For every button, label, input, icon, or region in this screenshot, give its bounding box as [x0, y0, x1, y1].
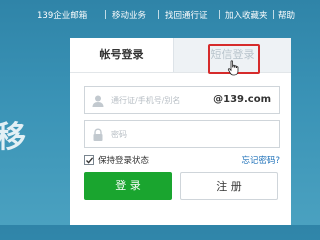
background-slogan-glyph: 移	[0, 120, 26, 155]
hand-pointer-icon	[227, 60, 241, 76]
nav-separator	[158, 10, 159, 19]
user-icon	[91, 93, 105, 107]
forgot-password-link[interactable]: 忘记密码?	[241, 154, 280, 166]
login-panel: 帐号登录 短信登录 通行证/手机号/别名 @139.com 密码 保持登录状态 …	[70, 38, 291, 225]
register-button[interactable]: 注 册	[180, 172, 278, 200]
email-domain-suffix: @139.com	[213, 94, 271, 105]
nav-link-mobile-business[interactable]: 移动业务	[112, 9, 146, 21]
nav-link-help[interactable]: 帮助	[278, 9, 295, 21]
nav-link-add-favorite[interactable]: 加入收藏夹	[225, 9, 268, 21]
username-field[interactable]: 通行证/手机号/别名 @139.com	[84, 86, 280, 114]
nav-separator	[273, 10, 274, 19]
nav-separator	[105, 10, 106, 19]
username-placeholder: 通行证/手机号/别名	[111, 96, 181, 105]
remember-me-checkbox[interactable]	[84, 155, 94, 165]
tab-account-login[interactable]: 帐号登录	[70, 38, 173, 72]
top-navigation: 139企业邮箱 移动业务 找回通行证 加入收藏夹 帮助	[0, 0, 295, 28]
remember-me-label: 保持登录状态	[98, 156, 150, 166]
login-button[interactable]: 登 录	[84, 172, 172, 200]
nav-link-recover-pass[interactable]: 找回通行证	[165, 9, 208, 21]
password-placeholder: 密码	[111, 130, 127, 139]
nav-separator	[219, 10, 220, 19]
password-field[interactable]: 密码	[84, 120, 280, 148]
nav-link-enterprise-mail[interactable]: 139企业邮箱	[37, 9, 87, 21]
lock-icon	[91, 127, 105, 141]
